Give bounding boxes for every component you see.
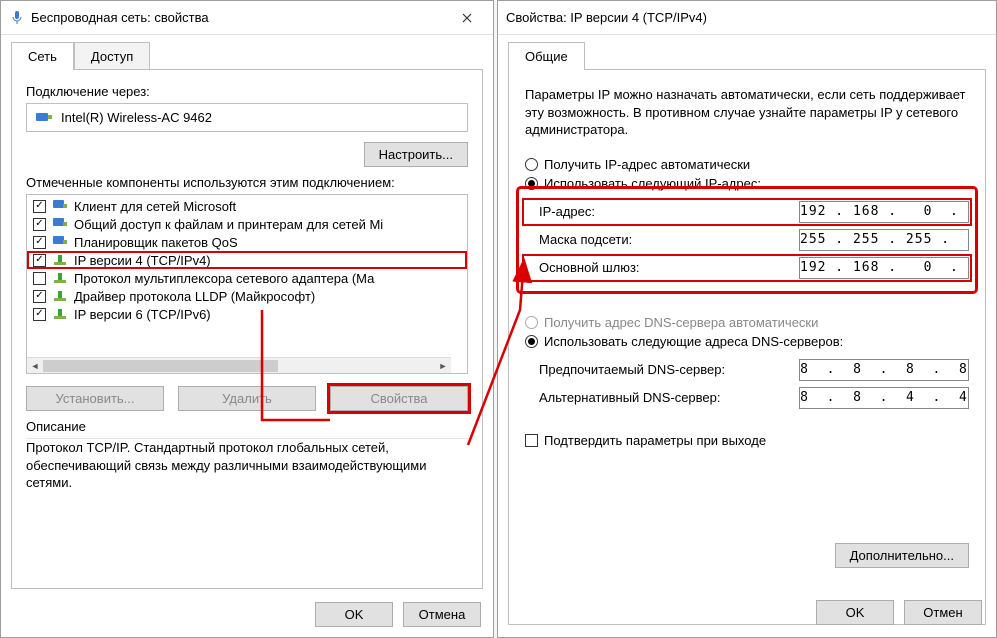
component-label: Планировщик пакетов QoS xyxy=(74,235,238,250)
ok-button[interactable]: OK xyxy=(315,602,393,627)
confirm-on-exit[interactable]: Подтвердить параметры при выходе xyxy=(525,433,969,448)
checkbox-icon[interactable] xyxy=(33,236,46,249)
window-title: Беспроводная сеть: свойства xyxy=(31,10,209,25)
scroll-thumb[interactable] xyxy=(43,360,278,372)
close-icon[interactable] xyxy=(449,3,485,33)
cancel-button[interactable]: Отмен xyxy=(904,600,982,625)
protocol-icon xyxy=(52,288,68,304)
component-label: Протокол мультиплексора сетевого адаптер… xyxy=(74,271,374,286)
checkbox-icon[interactable] xyxy=(33,290,46,303)
gateway-label: Основной шлюз: xyxy=(539,260,799,275)
ip-address-label: IP-адрес: xyxy=(539,204,799,219)
tab-body-network: Подключение через: Intel(R) Wireless-AC … xyxy=(11,69,483,589)
dns-alt-row: Альтернативный DNS-сервер: xyxy=(525,387,969,409)
titlebar[interactable]: Свойства: IP версии 4 (TCP/IPv4) xyxy=(498,1,996,35)
ipv4-properties-window: Свойства: IP версии 4 (TCP/IPv4) Общие П… xyxy=(497,0,997,638)
component-label: Драйвер протокола LLDP (Майкрософт) xyxy=(74,289,315,304)
dns-manual-option[interactable]: Использовать следующие адреса DNS-сервер… xyxy=(525,334,969,349)
checkbox-icon[interactable] xyxy=(33,254,46,267)
checkbox-icon[interactable] xyxy=(33,200,46,213)
component-label: IP версии 6 (TCP/IPv6) xyxy=(74,307,211,322)
radio-icon xyxy=(525,177,538,190)
description-text: Протокол TCP/IP. Стандартный протокол гл… xyxy=(26,439,468,492)
ip-fields-highlight: IP-адрес: Маска подсети: Основной шлюз: xyxy=(519,189,975,291)
subnet-mask-input[interactable] xyxy=(799,229,969,251)
connect-via-label: Подключение через: xyxy=(26,84,468,99)
remove-button[interactable]: Удалить xyxy=(178,386,316,411)
component-item[interactable]: Драйвер протокола LLDP (Майкрософт) xyxy=(27,287,467,305)
properties-button[interactable]: Свойства xyxy=(330,386,468,411)
radio-icon xyxy=(525,316,538,329)
radio-label: Получить IP-адрес автоматически xyxy=(544,157,750,172)
component-label: IP версии 4 (TCP/IPv4) xyxy=(74,253,211,268)
checkbox-icon[interactable] xyxy=(33,272,46,285)
ok-button[interactable]: OK xyxy=(816,600,894,625)
scroll-right-icon[interactable]: ► xyxy=(435,358,451,374)
adapter-name: Intel(R) Wireless-AC 9462 xyxy=(61,110,212,125)
radio-icon xyxy=(525,158,538,171)
radio-label: Получить адрес DNS-сервера автоматически xyxy=(544,315,818,330)
configure-button[interactable]: Настроить... xyxy=(364,142,468,167)
dns-auto-option[interactable]: Получить адрес DNS-сервера автоматически xyxy=(525,315,969,330)
advanced-button[interactable]: Дополнительно... xyxy=(835,543,969,568)
scroll-left-icon[interactable]: ◄ xyxy=(27,358,43,374)
radio-label: Использовать следующие адреса DNS-сервер… xyxy=(544,334,843,349)
component-label: Общий доступ к файлам и принтерам для се… xyxy=(74,217,383,232)
ip-auto-option[interactable]: Получить IP-адрес автоматически xyxy=(525,157,969,172)
component-label: Клиент для сетей Microsoft xyxy=(74,199,236,214)
protocol-icon xyxy=(52,306,68,322)
dns-pref-input[interactable] xyxy=(799,359,969,381)
confirm-label: Подтвердить параметры при выходе xyxy=(544,433,766,448)
mic-icon xyxy=(9,10,25,26)
checkbox-icon xyxy=(525,434,538,447)
dns-pref-row: Предпочитаемый DNS-сервер: xyxy=(525,359,969,381)
cancel-button[interactable]: Отмена xyxy=(403,602,481,627)
protocol-icon xyxy=(52,270,68,286)
gateway-row: Основной шлюз: xyxy=(525,257,969,279)
components-listbox[interactable]: Клиент для сетей Microsoft Общий доступ к… xyxy=(26,194,468,374)
monitor-icon xyxy=(52,198,68,214)
dns-pref-label: Предпочитаемый DNS-сервер: xyxy=(539,362,799,377)
install-button[interactable]: Установить... xyxy=(26,386,164,411)
subnet-mask-row: Маска подсети: xyxy=(525,229,969,251)
components-label: Отмеченные компоненты используются этим … xyxy=(26,175,468,190)
radio-icon xyxy=(525,335,538,348)
component-item[interactable]: Общий доступ к файлам и принтерам для се… xyxy=(27,215,467,233)
dns-alt-input[interactable] xyxy=(799,387,969,409)
protocol-icon xyxy=(52,252,68,268)
subnet-mask-label: Маска подсети: xyxy=(539,232,799,247)
titlebar[interactable]: Беспроводная сеть: свойства xyxy=(1,1,493,35)
gateway-input[interactable] xyxy=(799,257,969,279)
tab-general[interactable]: Общие xyxy=(508,42,585,70)
intro-text: Параметры IP можно назначать автоматичес… xyxy=(525,86,969,139)
checkbox-icon[interactable] xyxy=(33,218,46,231)
ip-address-row: IP-адрес: xyxy=(525,201,969,223)
adapter-icon xyxy=(35,111,53,125)
checkbox-icon[interactable] xyxy=(33,308,46,321)
component-item[interactable]: Протокол мультиплексора сетевого адаптер… xyxy=(27,269,467,287)
monitor-icon xyxy=(52,234,68,250)
wireless-properties-window: Беспроводная сеть: свойства Сеть Доступ … xyxy=(0,0,494,638)
horizontal-scrollbar[interactable]: ◄ ► xyxy=(27,357,451,373)
ip-address-input[interactable] xyxy=(799,201,969,223)
tab-row: Общие xyxy=(498,35,996,69)
tab-access[interactable]: Доступ xyxy=(74,42,150,70)
monitor-icon xyxy=(52,216,68,232)
dns-alt-label: Альтернативный DNS-сервер: xyxy=(539,390,799,405)
component-item[interactable]: Планировщик пакетов QoS xyxy=(27,233,467,251)
adapter-box[interactable]: Intel(R) Wireless-AC 9462 xyxy=(26,103,468,132)
component-item[interactable]: IP версии 4 (TCP/IPv4) xyxy=(27,251,467,269)
window-title: Свойства: IP версии 4 (TCP/IPv4) xyxy=(506,10,707,25)
component-item[interactable]: Клиент для сетей Microsoft xyxy=(27,197,467,215)
tab-network[interactable]: Сеть xyxy=(11,42,74,70)
tab-body-general: Параметры IP можно назначать автоматичес… xyxy=(508,69,986,625)
tab-row: Сеть Доступ xyxy=(1,35,493,69)
component-item[interactable]: IP версии 6 (TCP/IPv6) xyxy=(27,305,467,323)
radio-label: Использовать следующий IP-адрес: xyxy=(544,176,761,191)
description-heading: Описание xyxy=(26,419,468,434)
